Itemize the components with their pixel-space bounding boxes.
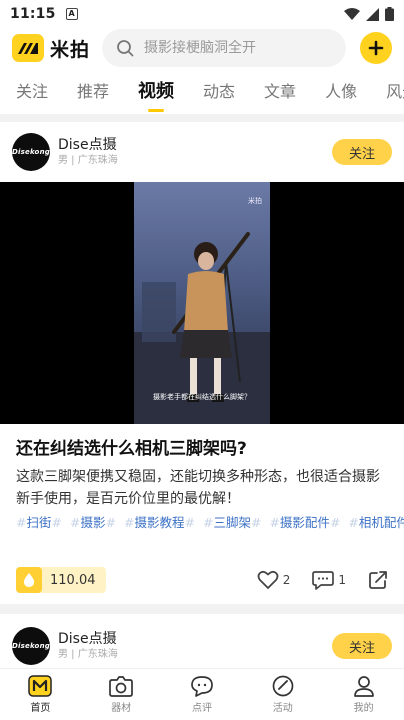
nav-label: 器材 [111,703,132,714]
search-input[interactable] [144,40,325,56]
activity-icon [272,675,294,697]
tab-renxiang[interactable]: 人像 [325,74,357,110]
tab-dongtai[interactable]: 动态 [203,74,235,110]
nav-review[interactable]: 点评 [162,669,243,720]
nav-gear[interactable]: 器材 [81,669,162,720]
coin-value: 110.04 [50,572,96,588]
status-icons [344,7,394,21]
search-icon [117,40,134,57]
tag-label: 扫街 [26,515,52,530]
feed-divider [0,604,404,614]
drop-icon [16,567,42,593]
tab-wenzhang[interactable]: 文章 [264,74,296,110]
tag-label: 相机配件 [358,515,404,530]
avatar-logo-text: Disekong [12,642,50,650]
author-name[interactable]: Dise点摄 [58,136,118,154]
tag-link[interactable]: #扫街# [16,514,62,532]
plus-icon [368,40,384,56]
video-caption: 摄影老手都在纠结选什么脚架？ [153,393,251,401]
post-author-row: Disekong Dise点摄 男 | 广东珠海 关注 [0,616,404,676]
nav-profile[interactable]: 我的 [323,669,404,720]
post-title[interactable]: 还在纠结选什么相机三脚架吗? [16,438,388,460]
add-button[interactable] [360,32,392,64]
feed-divider [0,114,404,122]
tab-tuijian[interactable]: 推荐 [77,74,109,110]
tab-fengguang[interactable]: 风光 [386,74,404,110]
avatar-logo-text: Disekong [12,148,50,156]
post-author-row: Disekong Dise点摄 男 | 广东珠海 关注 [0,122,404,182]
app-header: 米拍 [0,28,404,68]
tag-label: 摄影教程 [134,515,185,530]
signal-icon [366,7,379,21]
author-name[interactable]: Dise点摄 [58,630,118,648]
avatar[interactable]: Disekong [12,133,50,171]
bottom-nav: 首页 器材 点评 活动 我的 [0,668,404,720]
comment-count: 1 [338,573,346,587]
nav-label: 活动 [272,703,293,714]
post-tags: #扫街# #摄影# #摄影教程# #三脚架# #摄影配件# #相机配件# [16,514,404,532]
author-meta: 男 | 广东珠海 [58,649,118,660]
post-description[interactable]: 这款三脚架便携又稳固，还能切换多种形态，也很适合摄影新手使用，是百元价位里的最优… [16,466,390,510]
post-actions: 110.04 2 1 [0,566,404,594]
author-meta: 男 | 广东珠海 [58,155,118,166]
logo-mark-icon [12,34,44,62]
battery-icon [385,7,394,21]
avatar[interactable]: Disekong [12,627,50,665]
tag-link[interactable]: #相机配件# [348,514,404,532]
nav-label: 首页 [30,703,51,714]
wifi-icon [344,7,360,20]
camera-icon [109,676,134,697]
status-time: 11:15 [10,6,56,22]
a-icon: A [65,8,78,20]
comment-icon [312,571,335,590]
author-info: Dise点摄 男 | 广东珠海 [58,630,118,662]
tag-label: 摄影配件 [279,515,330,530]
video-frame: 米拍 摄影老手都在纠结选什么脚架？ [134,182,270,424]
video-watermark: 米拍 [248,197,262,205]
nav-label: 我的 [353,703,374,714]
share-button[interactable] [368,570,388,590]
tag-link[interactable]: #摄影教程# [124,514,195,532]
logo-text: 米拍 [50,38,91,61]
coin-badge[interactable]: 110.04 [16,567,106,593]
tag-link[interactable]: #摄影# [70,514,116,532]
like-count: 2 [282,573,291,587]
tag-label: 三脚架 [213,515,251,530]
category-tabs: 关注 推荐 视频 动态 文章 人像 风光 [0,72,404,112]
home-icon [28,675,53,697]
tag-link[interactable]: #三脚架# [203,514,261,532]
status-bar: 11:15 A [0,0,404,28]
author-info: Dise点摄 男 | 广东珠海 [58,136,118,168]
nav-activity[interactable]: 活动 [242,669,323,720]
video-scene [134,232,270,424]
nav-label: 点评 [191,703,212,714]
nav-home[interactable]: 首页 [0,669,81,720]
follow-button[interactable]: 关注 [332,139,392,165]
app-logo[interactable]: 米拍 [12,34,90,62]
tab-guanzhu[interactable]: 关注 [16,74,48,110]
comment-button[interactable]: 1 [312,570,346,590]
video-player[interactable]: 米拍 摄影老手都在纠结选什么脚架？ [0,182,404,424]
follow-button[interactable]: 关注 [332,633,392,659]
like-button[interactable]: 2 [257,570,291,590]
share-icon [369,571,387,589]
tab-shipin[interactable]: 视频 [138,74,174,110]
heart-icon [257,570,279,589]
profile-icon [353,676,374,697]
review-icon [191,676,213,697]
tag-label: 摄影 [80,515,106,530]
tag-link[interactable]: #摄影配件# [269,514,340,532]
search-bar[interactable] [102,29,347,67]
